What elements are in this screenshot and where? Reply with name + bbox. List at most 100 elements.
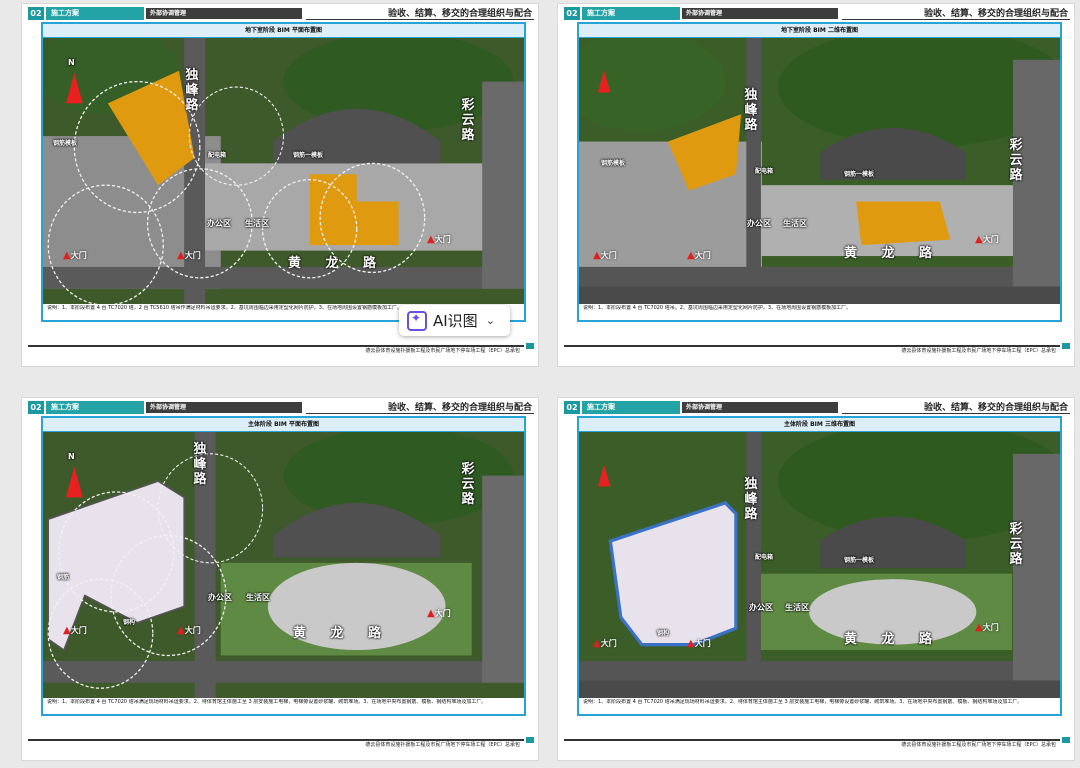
footer-text: 德云县体育设施扑援板工程及市民广场地下停车场工程（EPC）总承包 (362, 741, 520, 748)
section-title: 施工方案 (46, 401, 144, 414)
gate-arrow-icon: ▲ (975, 234, 983, 245)
gate-arrow-icon: ▲ (427, 234, 435, 245)
gate-east: ▲大门 (975, 622, 999, 633)
ai-sparkle-icon (407, 310, 427, 331)
page-footer: 德云县体育设施扑援板工程及市民广场地下停车场工程（EPC）总承包 (28, 342, 534, 354)
section-number: 02 (28, 401, 44, 414)
document-page-2: 02 施工方案 外部协调管理 验收、结算、移交的合理组织与配合 地下室阶段 BI… (558, 4, 1074, 366)
page-header: 02 施工方案 外部协调管理 验收、结算、移交的合理组织与配合 (564, 7, 1070, 21)
gate-east: ▲大门 (427, 234, 451, 245)
steel-formwork-label: 钢筋一模板 (293, 152, 324, 159)
header-right-title: 验收、结算、移交的合理组织与配合 (387, 403, 532, 413)
figure-title: 主体阶段 BIM 平面布置图 (43, 418, 524, 432)
header-rule (842, 19, 1070, 20)
section-number: 02 (564, 401, 580, 414)
north-arrow-label: N (68, 452, 75, 461)
header-right-title: 验收、结算、移交的合理组织与配合 (923, 9, 1068, 19)
living-area-label: 生活区 (246, 593, 270, 602)
road-label-dufeng: 独峰路 (193, 442, 207, 487)
site-plan-rendering (43, 38, 524, 304)
steel-formwork-label: 钢筋一模板 (844, 557, 875, 564)
gate-center: ▲大门 (687, 250, 711, 261)
site-3d-rendering (579, 432, 1060, 698)
gate-arrow-icon: ▲ (177, 250, 185, 261)
document-page-3: 02 施工方案 外部协调管理 验收、结算、移交的合理组织与配合 主体阶段 BIM… (22, 398, 538, 760)
section-title: 施工方案 (582, 401, 680, 414)
gate-east: ▲大门 (975, 234, 999, 245)
living-area-label: 生活区 (783, 219, 807, 228)
section-title: 施工方案 (46, 7, 144, 20)
road-label-dufeng: 独峰路 (744, 477, 758, 522)
power-box-label: 配电箱 (208, 152, 227, 159)
subsection-title: 外部协调管理 (682, 402, 838, 413)
figure-title: 地下室阶段 BIM 二维布置图 (579, 24, 1060, 38)
power-box-label: 配电箱 (755, 554, 774, 561)
page-header: 02 施工方案 外部协调管理 验收、结算、移交的合理组织与配合 (564, 401, 1070, 415)
gate-center: ▲大门 (687, 638, 711, 649)
gate-west: ▲大门 (63, 250, 87, 261)
page-footer: 德云县体育设施扑援板工程及市民广场地下停车场工程（EPC）总承包 (28, 736, 534, 748)
gate-arrow-icon: ▲ (63, 250, 71, 261)
power-box-label: 配电箱 (755, 168, 774, 175)
office-area-label: 办公区 (207, 219, 231, 228)
road-label-huanglong: 黄 龙 路 (844, 632, 943, 647)
subsection-title: 外部协调管理 (146, 8, 302, 19)
gate-arrow-icon: ▲ (975, 622, 983, 633)
steel-yard-label: 钢筋模板 (53, 140, 78, 147)
chevron-down-icon[interactable]: ⌄ (486, 314, 495, 327)
gate-arrow-icon: ▲ (427, 608, 435, 619)
figure-title: 地下室阶段 BIM 平面布置图 (43, 24, 524, 38)
road-label-huanglong: 黄 龙 路 (288, 256, 387, 271)
steel-yard-label: 钢筋 (57, 574, 70, 581)
north-arrow-label: N (68, 58, 75, 67)
figure-note: 说明：1、本阶段布置 4 台 TC7020 塔吊满足现场材料吊运要求。2、待体育… (583, 699, 1023, 705)
site-plan-image: N 独峰路 彩云路 黄 龙 路 办公区 生活区 钢筋 钢构 ▲大门 ▲大门 ▲大… (43, 432, 524, 698)
figure-frame: 地下室阶段 BIM 平面布置图 N 独峰路 彩云路 黄 龙 路 办公区 生活区 … (41, 22, 526, 322)
ai-recognize-label: AI识图 (433, 312, 478, 330)
steel-yard-label: 钢筋模板 (601, 160, 626, 167)
page-footer: 德云县体育设施扑援板工程及市民广场地下停车场工程（EPC）总承包 (564, 736, 1070, 748)
gate-west: ▲大门 (593, 250, 617, 261)
site-plan-image: 独峰路 彩云路 黄 龙 路 办公区 生活区 配电箱 钢筋一模板 钢筋模板 ▲大门… (579, 38, 1060, 304)
gate-west: ▲大门 (593, 638, 617, 649)
section-number: 02 (564, 7, 580, 20)
figure-note: 说明：1、本阶段布置 4 台 TC7020 塔吊满足现场材料吊运要求。2、待体育… (47, 699, 487, 705)
footer-text: 德云县体育设施扑援板工程及市民广场地下停车场工程（EPC）总承包 (898, 347, 1056, 354)
site-3d-rendering (579, 38, 1060, 304)
road-label-huanglong: 黄 龙 路 (844, 246, 943, 261)
living-area-label: 生活区 (245, 219, 269, 228)
subsection-title: 外部协调管理 (682, 8, 838, 19)
figure-frame: 主体阶段 BIM 三维布置图 独峰路 彩云路 黄 龙 路 办公区 生活区 配电箱 (577, 416, 1062, 716)
site-plan-rendering (43, 432, 524, 698)
ai-recognize-button[interactable]: AI识图 ⌄ (399, 305, 510, 336)
header-rule (842, 413, 1070, 414)
gate-arrow-icon: ▲ (63, 625, 71, 636)
document-page-4: 02 施工方案 外部协调管理 验收、结算、移交的合理组织与配合 主体阶段 BIM… (558, 398, 1074, 760)
page-footer: 德云县体育设施扑援板工程及市民广场地下停车场工程（EPC）总承包 (564, 342, 1070, 354)
site-plan-image: 独峰路 彩云路 黄 龙 路 办公区 生活区 配电箱 钢筋一模板 钢构 ▲大门 ▲… (579, 432, 1060, 698)
section-title: 施工方案 (582, 7, 680, 20)
steel-structure-label: 钢构 (123, 619, 136, 626)
gate-east: ▲大门 (427, 608, 451, 619)
figure-frame: 主体阶段 BIM 平面布置图 N 独峰路 彩云路 黄 龙 路 办公区 生活区 钢… (41, 416, 526, 716)
gate-arrow-icon: ▲ (687, 250, 695, 261)
steel-structure-label: 钢构 (657, 630, 670, 637)
header-rule (306, 19, 534, 20)
road-label-dufeng: 独峰路 (744, 88, 758, 133)
gate-arrow-icon: ▲ (593, 638, 601, 649)
header-rule (306, 413, 534, 414)
road-label-caiyun: 彩云路 (1009, 138, 1023, 183)
figure-frame: 地下室阶段 BIM 二维布置图 独峰路 彩云路 黄 龙 路 办公区 生活区 配电… (577, 22, 1062, 322)
office-area-label: 办公区 (208, 593, 232, 602)
office-area-label: 办公区 (747, 219, 771, 228)
gate-arrow-icon: ▲ (687, 638, 695, 649)
footer-text: 德云县体育设施扑援板工程及市民广场地下停车场工程（EPC）总承包 (362, 347, 520, 354)
road-label-caiyun: 彩云路 (461, 98, 475, 143)
gate-center: ▲大门 (177, 625, 201, 636)
road-label-huanglong: 黄 龙 路 (293, 626, 392, 641)
site-plan-image: N 独峰路 彩云路 黄 龙 路 办公区 生活区 配电箱 钢筋一模板 钢筋模板 ▲… (43, 38, 524, 304)
office-area-label: 办公区 (749, 603, 773, 612)
road-label-dufeng: 独峰路 (185, 68, 199, 113)
figure-note: 说明：1、本阶段布置 4 台 TC7020 塔吊。2、基坑周围临边采用定型化网片… (583, 305, 852, 311)
page-header: 02 施工方案 外部协调管理 验收、结算、移交的合理组织与配合 (28, 401, 534, 415)
